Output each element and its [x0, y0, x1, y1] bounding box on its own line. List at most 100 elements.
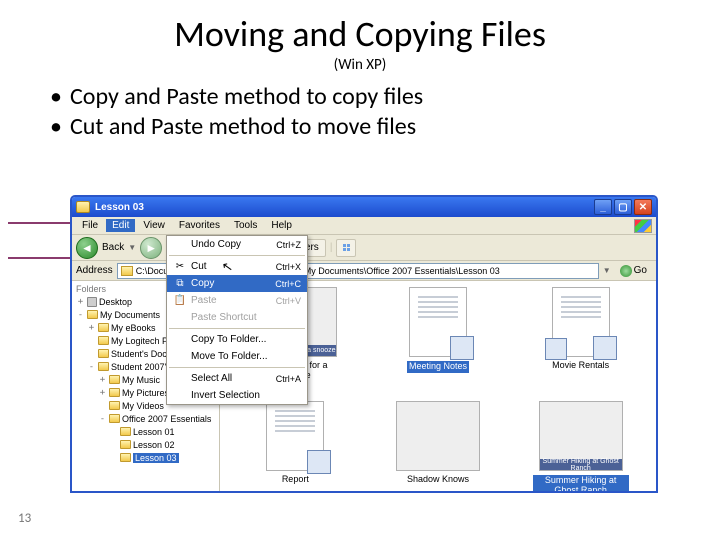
tree-item[interactable]: Lesson 01: [76, 425, 219, 438]
edit-menu-dropdown: Undo CopyCtrl+Z ✂CutCtrl+X ⧉ Copy Ctrl+C 📋 Pas…: [166, 235, 308, 405]
menu-item-shortcut: Ctrl+C: [275, 279, 301, 289]
tree-item-label: My eBooks: [111, 323, 156, 333]
menu-item-label: Copy: [191, 278, 214, 289]
slide-bullets: Copy and Paste method to copy files Cut …: [48, 82, 672, 142]
file-label: Meeting Notes: [407, 361, 469, 373]
tree-item[interactable]: -Office 2007 Essentials: [76, 412, 219, 425]
slide: Moving and Copying Files (Win XP) Copy a…: [0, 0, 720, 540]
menu-item-icon: [173, 333, 187, 347]
thumbnail-caption: Summer Hiking at Ghost Ranch: [540, 459, 622, 470]
image-thumbnail: [396, 401, 480, 471]
folder-icon: [98, 336, 109, 345]
folder-icon: [87, 310, 98, 319]
tree-twist-icon[interactable]: -: [98, 414, 107, 424]
document-thumbnail: [552, 287, 610, 357]
page-number: 13: [18, 511, 31, 526]
menu-favorites[interactable]: Favorites: [173, 219, 226, 232]
back-label: Back: [102, 242, 124, 253]
menu-item-label: Cut: [191, 261, 207, 272]
file-item[interactable]: Report: [226, 401, 365, 493]
window-title: Lesson 03: [95, 202, 144, 213]
tree-item[interactable]: Lesson 02: [76, 438, 219, 451]
menu-item-label: Select All: [191, 373, 232, 384]
maximize-button[interactable]: ▢: [614, 199, 632, 215]
close-button[interactable]: ✕: [634, 199, 652, 215]
menu-item[interactable]: ⧉ Copy Ctrl+C: [167, 275, 307, 292]
tree-item-label: Lesson 01: [133, 427, 175, 437]
menu-tools[interactable]: Tools: [228, 219, 263, 232]
document-thumbnail: [266, 401, 324, 471]
menu-item[interactable]: Undo CopyCtrl+Z: [167, 236, 307, 253]
toolbar: ◄ Back ▼ ► ↑ | Search Folders |: [72, 235, 656, 261]
menu-item-label: Paste: [191, 295, 217, 306]
back-button[interactable]: ◄: [76, 237, 98, 259]
tree-twist-icon[interactable]: +: [98, 375, 107, 385]
tree-item-label: Lesson 02: [133, 440, 175, 450]
menu-item-icon: ⧉: [173, 277, 187, 291]
folder-icon: [98, 323, 109, 332]
folder-icon: [98, 349, 109, 358]
slide-title: Moving and Copying Files: [30, 12, 690, 56]
forward-button[interactable]: ►: [140, 237, 162, 259]
file-item[interactable]: Meeting Notes: [369, 287, 508, 397]
menu-item[interactable]: ✂CutCtrl+X: [167, 258, 307, 275]
folder-icon: [120, 440, 131, 449]
folder-icon: [120, 453, 131, 462]
folder-icon: [109, 401, 120, 410]
menu-item-icon: [173, 372, 187, 386]
folder-icon: [76, 201, 90, 213]
views-icon: [343, 244, 350, 251]
tree-twist-icon[interactable]: -: [76, 310, 85, 320]
menu-help[interactable]: Help: [265, 219, 298, 232]
bullet-item: Copy and Paste method to copy files: [48, 82, 672, 112]
windows-logo-icon: [634, 219, 652, 233]
folder-icon: [109, 388, 120, 397]
desktop-icon: [87, 297, 97, 307]
file-item[interactable]: Summer Hiking at Ghost Ranch Summer Hikin…: [511, 401, 650, 493]
folder-icon: [121, 266, 133, 276]
tree-item-label: Lesson 03: [133, 453, 179, 463]
menu-item-shortcut: Ctrl+A: [276, 374, 301, 384]
views-button[interactable]: [336, 239, 356, 257]
file-item[interactable]: Shadow Knows: [369, 401, 508, 493]
tree-twist-icon[interactable]: +: [87, 323, 96, 333]
menu-item-icon: [173, 238, 187, 252]
menu-item-shortcut: Ctrl+V: [276, 296, 301, 306]
menu-item[interactable]: Copy To Folder...: [167, 331, 307, 348]
explorer-window: Lesson 03 _ ▢ ✕ File Edit View Favorites…: [70, 195, 658, 493]
menu-item-label: Move To Folder...: [191, 351, 268, 362]
menu-file[interactable]: File: [76, 219, 104, 232]
file-item[interactable]: Movie Rentals: [511, 287, 650, 397]
menu-item[interactable]: Invert Selection: [167, 387, 307, 404]
titlebar[interactable]: Lesson 03 _ ▢ ✕: [72, 197, 656, 217]
tree-item[interactable]: Lesson 03: [76, 451, 219, 464]
go-button[interactable]: Go: [615, 264, 652, 278]
tree-item-label: My Music: [122, 375, 160, 385]
chevron-down-icon[interactable]: ▼: [128, 243, 136, 252]
menu-item-label: Invert Selection: [191, 390, 260, 401]
tree-twist-icon[interactable]: -: [87, 362, 96, 372]
slide-subtitle: (Win XP): [30, 56, 690, 74]
address-bar: Address C:\Documents and Settings\Studen…: [72, 261, 656, 281]
menu-separator: [169, 255, 305, 256]
file-label: Summer Hiking at Ghost Ranch: [533, 475, 629, 493]
minimize-button[interactable]: _: [594, 199, 612, 215]
folder-icon: [120, 427, 131, 436]
tree-twist-icon[interactable]: +: [98, 388, 107, 398]
menu-view[interactable]: View: [137, 219, 171, 232]
menu-separator: [169, 367, 305, 368]
tree-item-label: My Pictures: [122, 388, 169, 398]
address-label: Address: [76, 265, 113, 276]
menubar: File Edit View Favorites Tools Help: [72, 217, 656, 235]
menu-item-icon: [173, 389, 187, 403]
folder-icon: [109, 375, 120, 384]
menu-edit[interactable]: Edit: [106, 219, 135, 232]
tree-item-label: My Documents: [100, 310, 160, 320]
menu-item-icon: [173, 311, 187, 325]
tree-twist-icon[interactable]: +: [76, 297, 85, 307]
tree-item-label: Desktop: [99, 297, 132, 307]
menu-item[interactable]: Move To Folder...: [167, 348, 307, 365]
menu-item-icon: 📋: [173, 294, 187, 308]
menu-item[interactable]: Select All Ctrl+A: [167, 370, 307, 387]
chevron-down-icon[interactable]: ▼: [603, 266, 611, 275]
